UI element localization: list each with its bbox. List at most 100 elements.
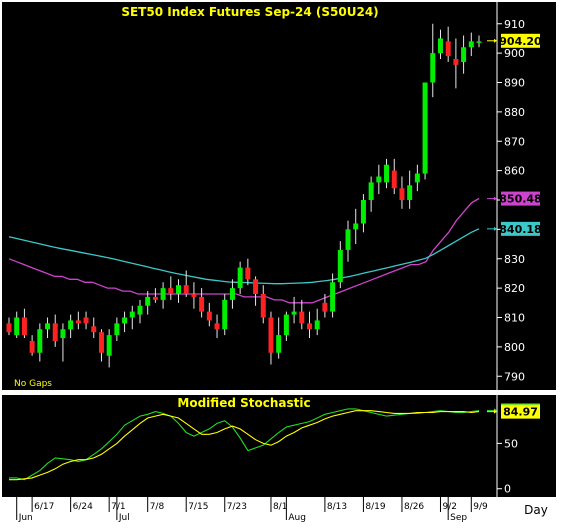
candle-body	[306, 323, 312, 330]
candle-body	[245, 267, 251, 280]
candle-body	[45, 323, 51, 330]
x-tick-label: 8/13	[327, 502, 347, 512]
candle-body	[353, 223, 359, 230]
price-chart-title: SET50 Index Futures Sep-24 (S50U24)	[121, 5, 378, 19]
candle-body	[368, 182, 374, 200]
candle-body	[461, 47, 467, 62]
candle-body	[52, 323, 58, 341]
candle-body	[98, 332, 104, 353]
candle-body	[183, 285, 189, 294]
chart-root: SET50 Index Futures Sep-24 (S50U24) No G…	[0, 0, 561, 525]
candle-body	[337, 249, 343, 283]
price-y-tick-label: 800	[504, 341, 525, 354]
candle-body	[291, 311, 297, 315]
x-tick-label: 7/15	[188, 502, 208, 512]
candle-body	[14, 317, 20, 336]
candle-body	[399, 188, 405, 200]
candle-body	[68, 320, 74, 330]
candle-body	[391, 170, 397, 189]
candle-body	[237, 267, 243, 289]
stochastic-y-tick-label: 50	[504, 437, 518, 450]
no-gaps-note: No Gaps	[14, 379, 52, 389]
candle-body	[176, 285, 182, 294]
candle-body	[322, 302, 328, 312]
candle-body	[206, 311, 212, 321]
x-tick-label: 7/8	[150, 502, 165, 512]
price-y-tick-label: 820	[504, 282, 525, 295]
x-tick-label: 6/17	[34, 502, 54, 512]
x-tick-label: 9/9	[473, 502, 488, 512]
candle-body	[276, 335, 282, 353]
candle-body	[268, 317, 274, 353]
candle-body	[83, 317, 89, 324]
candle-body	[229, 288, 235, 300]
candle-body	[345, 229, 351, 250]
x-tick-label: 7/23	[227, 502, 247, 512]
candle-body	[330, 282, 336, 312]
candle-body	[430, 53, 436, 83]
candle-body	[314, 320, 320, 330]
candle-body	[376, 176, 382, 183]
month-label: Jul	[118, 513, 130, 523]
candle-body	[21, 317, 27, 336]
candle-body	[384, 164, 390, 183]
candle-body	[152, 296, 158, 300]
x-tick-label: 6/24	[73, 502, 93, 512]
candle-body	[407, 185, 413, 200]
candle-body	[168, 288, 174, 294]
price-y-tick-label: 880	[504, 106, 525, 119]
x-tick-label: 8/19	[365, 502, 385, 512]
chart-svg: SET50 Index Futures Sep-24 (S50U24) No G…	[0, 0, 561, 525]
candle-body	[60, 329, 66, 339]
candle-body	[160, 288, 166, 300]
candle-body	[29, 341, 35, 353]
price-y-tick-label: 900	[504, 47, 525, 60]
candle-body	[299, 311, 305, 324]
stochastic-panel	[2, 395, 556, 497]
month-label: Sep	[450, 513, 467, 523]
candle-body	[453, 59, 459, 65]
candle-body	[422, 82, 428, 174]
candle-body	[468, 41, 474, 48]
candle-body	[360, 200, 366, 224]
candle-body	[129, 311, 135, 318]
x-tick-label: 8/1	[273, 502, 287, 512]
candle-body	[222, 299, 228, 330]
candle-body	[214, 323, 220, 330]
candle-body	[476, 41, 482, 43]
candle-body	[6, 323, 12, 333]
candle-body	[445, 41, 451, 57]
price-y-tick-label: 870	[504, 135, 525, 148]
price-y-tick-label: 860	[504, 165, 525, 178]
stochastic-chart-title: Modified Stochastic	[177, 396, 310, 410]
ma-cyan-label-text: 840.18	[499, 223, 541, 236]
x-tick-label: 9/2	[442, 502, 456, 512]
candle-body	[437, 38, 443, 54]
x-axis-label: Day	[524, 503, 548, 517]
candle-body	[260, 294, 266, 318]
candle-body	[145, 296, 151, 306]
candle-body	[114, 323, 120, 336]
candle-body	[106, 335, 112, 356]
month-label: Aug	[288, 513, 306, 523]
candle-body	[253, 279, 259, 294]
month-label: Jun	[18, 513, 33, 523]
stochastic-y-tick-label: 0	[504, 483, 511, 496]
price-y-tick-label: 810	[504, 312, 525, 325]
price-y-tick-label: 790	[504, 370, 525, 383]
candle-body	[91, 326, 97, 333]
candle-body	[414, 173, 420, 183]
x-tick-label: 8/26	[404, 502, 424, 512]
candle-body	[283, 314, 289, 336]
x-tick-label: 7/1	[111, 502, 125, 512]
price-y-tick-label: 830	[504, 253, 525, 266]
price-y-tick-label: 890	[504, 77, 525, 90]
candle-body	[122, 317, 128, 324]
stochastic-d-label-text: 84.97	[503, 406, 538, 419]
candle-body	[75, 320, 81, 324]
candle-body	[137, 305, 143, 315]
candle-body	[37, 329, 43, 353]
candle-body	[199, 296, 205, 312]
last-price-label-text: 904.20	[499, 35, 542, 48]
candle-body	[191, 294, 197, 297]
